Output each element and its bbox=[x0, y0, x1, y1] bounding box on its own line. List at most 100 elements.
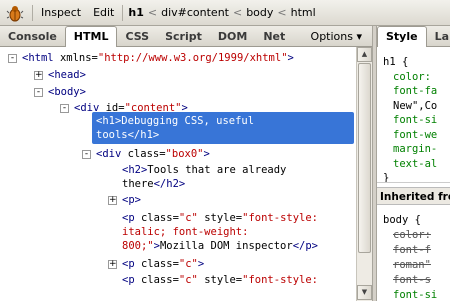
inspect-button[interactable]: Inspect bbox=[35, 6, 87, 19]
tree-token: id= bbox=[105, 102, 125, 114]
scroll-down-arrow-icon[interactable]: ▼ bbox=[357, 285, 372, 300]
tree-token: class= bbox=[140, 258, 179, 270]
tree-node-line[interactable]: there</h2> bbox=[122, 177, 185, 191]
collapse-node-icon[interactable]: - bbox=[34, 88, 43, 97]
tree-token: <html bbox=[22, 52, 60, 64]
css-rule-line: h1 { bbox=[383, 56, 409, 68]
tree-token: Tools that are already bbox=[147, 164, 287, 176]
tree-node-line[interactable]: 800;">Mozilla DOM inspector</p> bbox=[122, 239, 318, 253]
tree-token: > bbox=[197, 258, 205, 270]
tree-token: > bbox=[287, 52, 294, 64]
tab-console[interactable]: Console bbox=[0, 27, 65, 46]
firebug-icon[interactable] bbox=[6, 4, 24, 22]
breadcrumb-separator: < bbox=[232, 6, 243, 19]
tree-token: there bbox=[122, 178, 154, 190]
expand-node-icon[interactable]: + bbox=[34, 71, 43, 80]
tree-token: "c" bbox=[178, 212, 198, 224]
css-rule-line[interactable]: text-al bbox=[393, 157, 437, 172]
breadcrumb-separator: < bbox=[147, 6, 158, 19]
options-menu-button[interactable]: Options ▾ bbox=[301, 27, 372, 46]
main-toolbar: Inspect Edit h1 < div#content < body < h… bbox=[0, 0, 450, 26]
tree-token: <div bbox=[74, 102, 106, 114]
tree-token: "c" bbox=[178, 274, 198, 286]
tree-token: italic; font-weight: bbox=[122, 226, 249, 238]
tab-dom[interactable]: DOM bbox=[210, 27, 255, 46]
scroll-up-arrow-icon[interactable]: ▲ bbox=[357, 47, 372, 62]
tab-net[interactable]: Net bbox=[255, 27, 293, 46]
tree-token: "font-style: bbox=[242, 212, 318, 224]
tree-node-line[interactable]: <div id="content"> bbox=[74, 101, 188, 115]
tree-token: > bbox=[181, 102, 188, 114]
breadcrumb-html[interactable]: html bbox=[288, 6, 319, 19]
tree-token: <p bbox=[122, 258, 141, 270]
tab-html[interactable]: HTML bbox=[64, 26, 118, 47]
tab-style[interactable]: Style bbox=[377, 26, 427, 47]
tree-node-line[interactable]: <head> bbox=[48, 68, 86, 82]
css-rule-line[interactable]: font-si bbox=[393, 288, 437, 301]
tree-token: style= bbox=[197, 274, 243, 286]
tree-token: tools bbox=[96, 129, 128, 141]
css-rule-line[interactable]: font-f bbox=[393, 243, 431, 258]
tab-css[interactable]: CSS bbox=[117, 27, 157, 46]
tab-layout[interactable]: La bbox=[427, 27, 450, 46]
tree-token: </p> bbox=[292, 240, 318, 252]
tree-node-line[interactable]: <p class="c" style="font-style: bbox=[122, 273, 318, 287]
scrollbar-thumb[interactable] bbox=[358, 63, 371, 253]
css-rule-line[interactable]: New",Co bbox=[393, 99, 437, 114]
tree-token: <h1> bbox=[96, 115, 122, 127]
style-panel: Inherited fro h1 {color: font-fa New",Co fo… bbox=[377, 47, 450, 301]
tree-token: <div bbox=[96, 148, 128, 160]
css-rule-line[interactable]: margin- bbox=[393, 142, 437, 157]
expand-node-icon[interactable]: + bbox=[108, 196, 117, 205]
tree-node-line[interactable]: <body> bbox=[48, 85, 86, 99]
edit-button[interactable]: Edit bbox=[87, 6, 120, 19]
tree-scrollbar[interactable]: ▲ ▼ bbox=[356, 47, 372, 301]
tree-node-line[interactable]: tools</h1> bbox=[96, 128, 160, 142]
html-tree: - <html xmlns="http://www.w3.org/1999/xht… bbox=[0, 47, 356, 301]
tree-node-line[interactable]: <div class="box0"> bbox=[96, 147, 210, 161]
tab-script[interactable]: Script bbox=[157, 27, 210, 46]
tree-token: > bbox=[203, 148, 210, 160]
css-rule-line[interactable]: roman" bbox=[393, 258, 431, 273]
tree-token: <body> bbox=[48, 86, 86, 98]
css-rule-line: } bbox=[383, 172, 390, 184]
tree-node-line[interactable]: <h2>Tools that are already bbox=[122, 163, 286, 177]
tree-node-line[interactable]: italic; font-weight: bbox=[122, 225, 248, 239]
breadcrumb-body[interactable]: body bbox=[243, 6, 276, 19]
tree-token: <h2> bbox=[122, 164, 148, 176]
expand-node-icon[interactable]: + bbox=[108, 260, 117, 269]
tree-node-line[interactable]: <html xmlns="http://www.w3.org/1999/xhtm… bbox=[22, 51, 294, 65]
tree-token: </h1> bbox=[127, 129, 160, 141]
css-rule-line: body { bbox=[383, 214, 421, 226]
tree-node-line[interactable]: <p class="c"> bbox=[122, 257, 204, 271]
breadcrumb-separator: < bbox=[277, 6, 287, 19]
css-rule-line[interactable]: color: bbox=[393, 70, 431, 85]
tree-node-line[interactable]: <p> bbox=[122, 193, 141, 207]
toolbar-divider bbox=[122, 4, 124, 21]
tree-token: class= bbox=[127, 148, 166, 160]
collapse-node-icon[interactable]: - bbox=[60, 104, 69, 113]
rule-divider bbox=[377, 182, 450, 183]
tree-token: style= bbox=[197, 212, 243, 224]
css-rule-line[interactable]: font-si bbox=[393, 113, 437, 128]
tree-token: "http://www.w3.org/1999/xhtml" bbox=[97, 52, 288, 64]
tree-token: class= bbox=[140, 274, 179, 286]
tree-token: "font-style: bbox=[242, 274, 318, 286]
collapse-node-icon[interactable]: - bbox=[8, 54, 17, 63]
tree-token: class= bbox=[140, 212, 179, 224]
tree-node-line[interactable]: <p class="c" style="font-style: bbox=[122, 211, 318, 225]
css-rule-line[interactable]: color: bbox=[393, 228, 431, 243]
tree-token: 800;" bbox=[122, 240, 154, 252]
tree-token: </h2> bbox=[153, 178, 186, 190]
tree-node-line[interactable]: <h1>Debugging CSS, useful bbox=[96, 114, 255, 128]
css-rule-line[interactable]: font-fa bbox=[393, 84, 437, 99]
breadcrumb-div-content[interactable]: div#content bbox=[158, 6, 232, 19]
breadcrumb-h1[interactable]: h1 bbox=[125, 6, 147, 19]
tree-token: <p bbox=[122, 212, 141, 224]
tree-token: Debugging CSS, useful bbox=[121, 115, 255, 127]
collapse-node-icon[interactable]: - bbox=[82, 150, 91, 159]
css-rule-line[interactable]: font-we bbox=[393, 128, 437, 143]
tree-token: <p bbox=[122, 274, 141, 286]
tree-token: "c" bbox=[178, 258, 198, 270]
css-rule-line[interactable]: font-s bbox=[393, 273, 431, 288]
